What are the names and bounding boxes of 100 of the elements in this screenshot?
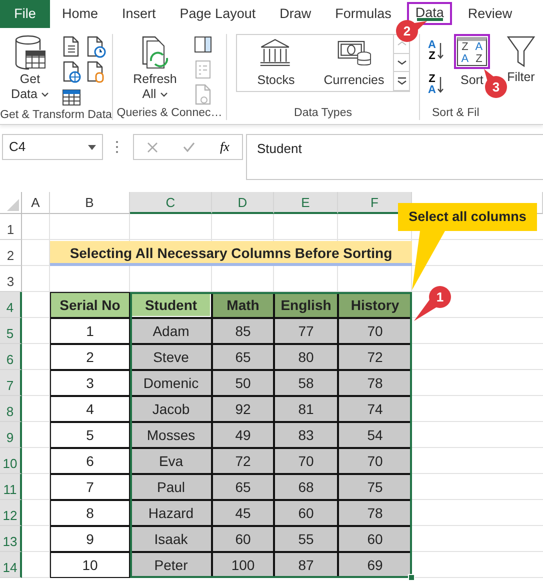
table-cell[interactable]: Hazard	[130, 500, 212, 526]
table-cell[interactable]: 65	[212, 344, 274, 370]
table-cell[interactable]: 72	[212, 448, 274, 474]
table-cell[interactable]: 72	[338, 344, 412, 370]
row-header[interactable]: 3	[0, 266, 22, 292]
table-cell[interactable]: Isaak	[130, 526, 212, 552]
insert-function-button[interactable]: fx	[220, 137, 230, 157]
gallery-item[interactable]: Stocks	[237, 35, 315, 91]
gallery-item[interactable]: Currencies	[315, 35, 393, 91]
table-cell[interactable]: 10	[50, 552, 130, 578]
grip-icon	[115, 140, 119, 154]
sort-small-button[interactable]: Z A	[428, 74, 444, 96]
cancel-icon[interactable]	[146, 142, 158, 152]
sort-icon: Z A A Z	[454, 34, 490, 69]
row-header[interactable]: 6	[0, 344, 22, 370]
table-cell[interactable]: 81	[274, 396, 338, 422]
table-cell[interactable]: 3	[50, 370, 130, 396]
more-icon[interactable]	[396, 76, 408, 86]
table-cell[interactable]: Paul	[130, 474, 212, 500]
table-cell[interactable]: 77	[274, 318, 338, 344]
column-header[interactable]: A	[22, 192, 50, 214]
row-header[interactable]: 4	[0, 292, 22, 318]
table-cell[interactable]: 75	[338, 474, 412, 500]
ribbon-tab[interactable]: Page Layout	[168, 0, 268, 28]
ribbon-tab[interactable]: Draw	[268, 0, 324, 28]
table-cell[interactable]: 54	[338, 422, 412, 448]
table-cell[interactable]: Steve	[130, 344, 212, 370]
table-cell[interactable]: 85	[212, 318, 274, 344]
ribbon-tab[interactable]: Home	[50, 0, 110, 28]
table-header-cell[interactable]: History	[338, 292, 412, 318]
table-cell[interactable]: Eva	[130, 448, 212, 474]
table-cell[interactable]: 100	[212, 552, 274, 578]
ribbon-tab[interactable]: Review	[456, 0, 524, 28]
table-cell[interactable]: 7	[50, 474, 130, 500]
ribbon-button[interactable]: Get Data	[4, 34, 56, 102]
ribbon-tab[interactable]: File	[0, 0, 50, 28]
group-label: Get & Transform Data	[0, 108, 112, 122]
table-cell[interactable]: Domenic	[130, 370, 212, 396]
table-cell[interactable]: 4	[50, 396, 130, 422]
table-cell[interactable]: 1	[50, 318, 130, 344]
column-header[interactable]: E	[274, 192, 338, 214]
table-cell[interactable]: 92	[212, 396, 274, 422]
column-header[interactable]: D	[212, 192, 274, 214]
table-cell[interactable]: 69	[338, 552, 412, 578]
enter-icon[interactable]	[182, 142, 195, 152]
row-header[interactable]: 10	[0, 448, 22, 474]
ribbon-tab[interactable]: Insert	[110, 0, 168, 28]
fill-handle[interactable]	[408, 574, 415, 581]
column-header[interactable]: B	[50, 192, 130, 214]
row-header[interactable]: 12	[0, 500, 22, 526]
row-header[interactable]: 13	[0, 526, 22, 552]
table-cell[interactable]: 70	[338, 448, 412, 474]
panel-icon[interactable]	[193, 34, 213, 55]
sort-small-button[interactable]: A Z	[428, 40, 444, 62]
row-header[interactable]: 8	[0, 396, 22, 422]
table-cell[interactable]: 83	[274, 422, 338, 448]
table-cell[interactable]: 9	[50, 526, 130, 552]
table-cell[interactable]: Peter	[130, 552, 212, 578]
down-arrow-icon	[436, 42, 444, 60]
row-header[interactable]: 1	[0, 214, 22, 240]
table-header-cell[interactable]: Serial No	[50, 292, 130, 318]
table-cell[interactable]: 5	[50, 422, 130, 448]
table-cell[interactable]: 87	[274, 552, 338, 578]
row-header[interactable]: 11	[0, 474, 22, 500]
table-header-cell[interactable]: Math	[212, 292, 274, 318]
table-cell[interactable]: 55	[274, 526, 338, 552]
name-box[interactable]: C4	[2, 134, 103, 160]
row-header[interactable]: 14	[0, 552, 22, 578]
table-cell[interactable]: 68	[274, 474, 338, 500]
table-cell[interactable]: 78	[338, 370, 412, 396]
table-cell[interactable]: 45	[212, 500, 274, 526]
table-cell[interactable]: 70	[338, 318, 412, 344]
table-cell[interactable]: 6	[50, 448, 130, 474]
row-header[interactable]: 2	[0, 240, 22, 266]
table-cell[interactable]: 74	[338, 396, 412, 422]
table-cell[interactable]: 60	[338, 526, 412, 552]
table-cell[interactable]: 2	[50, 344, 130, 370]
table-cell[interactable]: 8	[50, 500, 130, 526]
column-header[interactable]: C	[130, 192, 212, 214]
table-cell[interactable]: Adam	[130, 318, 212, 344]
row-header[interactable]: 7	[0, 370, 22, 396]
formula-input[interactable]: Student	[246, 134, 543, 180]
table-cell[interactable]: 50	[212, 370, 274, 396]
table-cell[interactable]: 49	[212, 422, 274, 448]
scroll-down-icon[interactable]	[396, 58, 408, 68]
table-header-cell[interactable]: English	[274, 292, 338, 318]
table-cell[interactable]: 78	[338, 500, 412, 526]
table-cell[interactable]: 70	[274, 448, 338, 474]
row-header[interactable]: 9	[0, 422, 22, 448]
table-cell[interactable]: 60	[212, 526, 274, 552]
table-header-cell[interactable]: Student	[130, 292, 212, 318]
table-cell[interactable]: Mosses	[130, 422, 212, 448]
table-cell[interactable]: Jacob	[130, 396, 212, 422]
table-cell[interactable]: 65	[212, 474, 274, 500]
table-cell[interactable]: 80	[274, 344, 338, 370]
row-header[interactable]: 5	[0, 318, 22, 344]
ribbon-tab[interactable]: Data	[407, 2, 452, 25]
ribbon-button[interactable]: Refresh All	[129, 34, 181, 102]
table-cell[interactable]: 58	[274, 370, 338, 396]
table-cell[interactable]: 60	[274, 500, 338, 526]
